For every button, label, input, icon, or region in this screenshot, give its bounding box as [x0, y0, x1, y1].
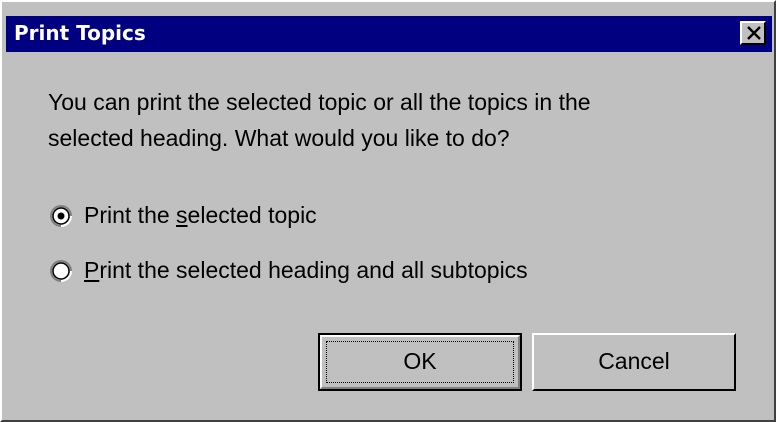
radio-label-heading-subtopics: Print the selected heading and all subto… — [84, 255, 528, 285]
radio-label-selected-topic: Print the selected topic — [84, 200, 317, 230]
label-text: Print the — [84, 202, 177, 228]
label-text: rint the selected heading and all subtop… — [99, 257, 528, 283]
message-line-1: You can print the selected topic or all … — [48, 89, 591, 115]
cancel-button[interactable]: Cancel — [532, 333, 736, 391]
dialog-title: Print Topics — [14, 21, 146, 45]
ok-button[interactable]: OK — [318, 333, 522, 391]
close-icon — [747, 26, 761, 40]
title-bar[interactable]: Print Topics — [6, 16, 772, 52]
radio-button-unselected[interactable] — [50, 260, 72, 282]
ok-button-label: OK — [403, 348, 437, 374]
cancel-button-label: Cancel — [598, 348, 670, 374]
radio-button-selected[interactable] — [50, 205, 72, 227]
accelerator-key: s — [176, 202, 188, 228]
accelerator-key: P — [84, 257, 100, 283]
print-topics-dialog: Print Topics You can print the selected … — [0, 0, 776, 422]
label-text: elected topic — [187, 202, 317, 228]
close-button[interactable] — [740, 21, 766, 45]
dialog-message: You can print the selected topic or all … — [48, 84, 748, 156]
message-line-2: selected heading. What would you like to… — [48, 125, 510, 151]
